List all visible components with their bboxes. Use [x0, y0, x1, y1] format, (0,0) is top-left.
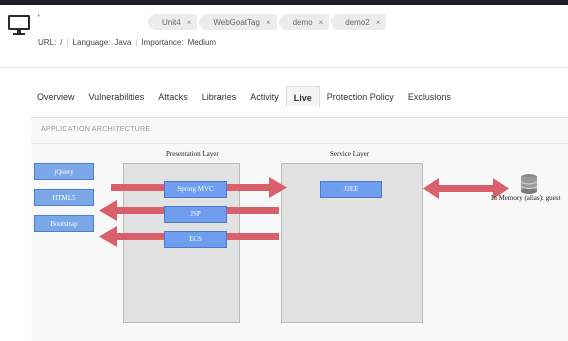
url-label: URL: [38, 38, 57, 47]
tab-exclusions[interactable]: Exclusions [401, 86, 458, 108]
monitor-icon [8, 15, 30, 35]
tag[interactable]: demo2 × [330, 14, 387, 30]
importance-value: Medium [187, 38, 217, 47]
meta-separator: | [135, 38, 138, 47]
flow-arrow-head [99, 200, 117, 221]
database-label: In Memory (alias): guest [491, 194, 561, 202]
tag-remove-icon[interactable]: × [376, 18, 381, 27]
application-tabs: Overview Vulnerabilities Attacks Librari… [30, 86, 458, 108]
architecture-panel: APPLICATION ARCHITECTURE jQuery HTML5 Bo… [31, 117, 568, 341]
tab-protection-policy[interactable]: Protection Policy [320, 86, 401, 108]
application-title: ' [38, 13, 40, 23]
tab-attacks[interactable]: Attacks [151, 86, 195, 108]
tag-remove-icon[interactable]: × [266, 18, 271, 27]
app-window: ' Unit4 × WebGoatTag × demo × demo2 × URL: /… [0, 5, 568, 341]
data-flow-arrows [99, 177, 509, 247]
component-ecs[interactable]: ECS [164, 231, 227, 248]
flow-arrow-head [99, 226, 117, 247]
component-spring-mvc[interactable]: Spring MVC [164, 181, 227, 198]
language-label: Language: [72, 38, 111, 47]
application-meta: URL: / | Language: Java | Importance: Me… [38, 38, 216, 47]
flow-arrow-head [269, 177, 287, 198]
application-header: ' Unit4 × WebGoatTag × demo × demo2 × URL: /… [0, 5, 568, 68]
meta-separator: | [66, 38, 69, 47]
tab-libraries[interactable]: Libraries [195, 86, 244, 108]
database-icon[interactable] [519, 173, 539, 195]
component-jsp[interactable]: JSP [164, 206, 227, 223]
tag-label: demo2 [345, 17, 370, 27]
tag[interactable]: Unit4 × [146, 14, 198, 30]
tag[interactable]: demo × [277, 14, 330, 30]
tab-live[interactable]: Live [285, 86, 320, 108]
tag-remove-icon[interactable]: × [187, 18, 192, 27]
tag-label: Unit4 [162, 17, 181, 27]
tag[interactable]: WebGoatTag × [198, 14, 277, 30]
url-value: / [60, 38, 63, 47]
tab-overview[interactable]: Overview [30, 86, 82, 108]
flow-arrow-service-database [437, 185, 495, 192]
tag-label: WebGoatTag [213, 17, 260, 27]
language-value: Java [114, 38, 132, 47]
importance-label: Importance: [141, 38, 184, 47]
component-j2ee[interactable]: J2EE [320, 181, 382, 198]
tag-remove-icon[interactable]: × [319, 18, 324, 27]
flow-arrow-head [423, 178, 439, 199]
tag-list: Unit4 × WebGoatTag × demo × demo2 × [146, 14, 387, 30]
tab-vulnerabilities[interactable]: Vulnerabilities [82, 86, 152, 108]
tag-label: demo [292, 17, 313, 27]
tab-activity[interactable]: Activity [243, 86, 286, 108]
